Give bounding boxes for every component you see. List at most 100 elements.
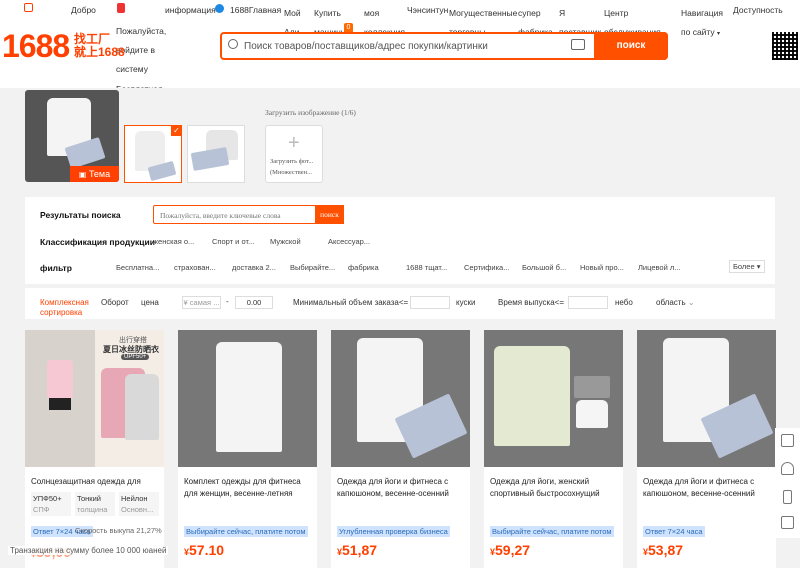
buyback-rate: Скорость выкупа 21,27% xyxy=(75,526,162,535)
filter-item[interactable]: Лицевой л... xyxy=(638,263,680,272)
filter-item[interactable]: доставка 2... xyxy=(232,263,276,272)
nav-coll-l1: моя xyxy=(364,8,380,18)
main-search-input[interactable] xyxy=(244,37,574,55)
product-image xyxy=(637,330,776,467)
upload-label-2: (Множествен... xyxy=(270,169,312,176)
nav-info[interactable]: информация xyxy=(165,4,216,16)
price-value: 59,27 xyxy=(495,542,531,558)
sort-turnover[interactable]: Оборот xyxy=(101,298,129,307)
product-image xyxy=(484,330,623,467)
upload-image-button[interactable]: + Загрузить фот... (Множествен... xyxy=(265,125,323,183)
camera-icon[interactable] xyxy=(571,39,585,50)
nav-powerful-l1: Могущественные xyxy=(449,8,518,18)
sort-comprehensive[interactable]: Комплексная сортировка xyxy=(40,298,89,318)
logo-1688[interactable]: 1688 xyxy=(2,30,70,62)
qr-code-icon[interactable] xyxy=(772,32,798,60)
product-image xyxy=(178,330,317,467)
globe-icon xyxy=(215,4,224,13)
product-card[interactable]: Комплект одежды для фитнеса для женщин, … xyxy=(178,330,317,568)
product-image xyxy=(331,330,470,467)
filter-item[interactable]: Большой б... xyxy=(522,263,566,272)
more-filters-button[interactable]: Более ▾ xyxy=(729,260,765,273)
filter-item[interactable]: Сертифика... xyxy=(464,263,509,272)
nav-super-l1: супер xyxy=(518,8,541,18)
top-header: Добро Пожалуйста, войдите в систему Бесп… xyxy=(0,0,800,94)
release-unit: небо xyxy=(615,298,633,307)
results-search-button[interactable]: поиск xyxy=(315,205,344,224)
release-input[interactable] xyxy=(568,296,608,309)
image-thumb-2[interactable] xyxy=(187,125,245,183)
product-title[interactable]: Комплект одежды для фитнеса для женщин, … xyxy=(184,476,312,500)
main-search-button[interactable]: поиск xyxy=(594,32,668,60)
nav-welcome-l3: систему xyxy=(116,64,148,74)
image-search-strip xyxy=(0,88,800,196)
product-price: ¥59,27 xyxy=(490,542,530,558)
verification-tag: Углубленная проверка бизнеса xyxy=(337,526,450,537)
price-range-dash: - xyxy=(226,297,229,306)
top-shape xyxy=(576,400,608,428)
nav-home[interactable]: 1688Главная xyxy=(230,4,281,16)
headset-icon[interactable] xyxy=(781,462,794,475)
filter-item[interactable]: страхован... xyxy=(174,263,216,272)
logo-slogan-l2: 就上1688 xyxy=(74,45,125,59)
attr-material-value: Нейлон xyxy=(121,494,148,503)
region-select[interactable]: область ⌄ xyxy=(656,298,695,307)
results-search-input[interactable] xyxy=(160,209,310,221)
response-tag: Ответ 7×24 часа xyxy=(643,526,705,537)
filter-item[interactable]: Новый про... xyxy=(580,263,624,272)
product-price: ¥53,87 xyxy=(643,542,683,558)
nav-accessibility[interactable]: Доступность xyxy=(733,4,783,16)
product-title[interactable]: Одежда для йоги, женский спортивный быст… xyxy=(490,476,618,500)
price-value: 53,87 xyxy=(648,542,684,558)
nav-ya: Я xyxy=(559,8,566,18)
puzzle-icon[interactable] xyxy=(781,434,794,447)
phone-icon[interactable] xyxy=(783,490,792,504)
upload-label-1: Загрузить фот... xyxy=(270,158,314,165)
logo-slogan-l1: 找工厂 xyxy=(74,32,111,46)
attr-material-key: Основн... xyxy=(121,505,154,514)
filter-item[interactable]: 1688 тщат... xyxy=(406,263,447,272)
moq-input[interactable] xyxy=(410,296,450,309)
filter-item[interactable]: фабрика xyxy=(348,263,379,272)
category-accessories[interactable]: Аксессуар... xyxy=(328,237,370,246)
filter-item[interactable]: Бесплатна... xyxy=(116,263,159,272)
jacket-shape xyxy=(494,346,570,446)
product-title[interactable]: Одежда для йоги и фитнеса с капюшоном, в… xyxy=(337,476,465,500)
sort-price[interactable]: цена xyxy=(141,298,159,307)
main-search-box: поиск xyxy=(220,32,668,60)
sort-comprehensive-l1: Комплексная xyxy=(40,298,89,307)
results-label: Результаты поиска xyxy=(40,210,121,220)
product-card[interactable]: 出行穿搭 夏日冰丝防晒衣 UPF50+ Солнцезащитная одежд… xyxy=(25,330,164,568)
price-max-input[interactable]: 0.00 xyxy=(235,296,273,309)
nav-sitenav-l1: Навигация xyxy=(681,8,723,18)
category-sport[interactable]: Спорт и от... xyxy=(212,237,254,246)
pants-shape xyxy=(190,147,230,171)
price-min-input[interactable]: ¥ самая ... xyxy=(182,296,221,309)
plus-icon: + xyxy=(288,132,300,154)
product-card[interactable]: Одежда для йоги и фитнеса с капюшоном, в… xyxy=(637,330,776,568)
moq-label: Минимальный объем заказа<= xyxy=(293,298,409,307)
product-card[interactable]: Одежда для йоги и фитнеса с капюшоном, в… xyxy=(331,330,470,568)
promo-tag: Выбирайте сейчас, платите потом xyxy=(490,526,614,537)
product-title[interactable]: Одежда для йоги и фитнеса с капюшоном, в… xyxy=(643,476,771,500)
theme-label: Тема xyxy=(88,169,111,179)
theme-button[interactable]: ▣ Тема xyxy=(70,166,119,182)
nav-center-l1: Центр xyxy=(604,8,629,18)
sort-comprehensive-l2: сортировка xyxy=(40,308,83,317)
category-men[interactable]: Мужской xyxy=(270,237,301,246)
red-badge-icon xyxy=(117,3,125,13)
chevron-down-icon: ⌄ xyxy=(687,298,695,307)
nav-chengxintong[interactable]: Чэнсинтун xyxy=(407,4,448,16)
product-card[interactable]: Одежда для йоги, женский спортивный быст… xyxy=(484,330,623,568)
nav-site-navigation[interactable]: Навигация по сайту ▾ xyxy=(681,4,723,44)
image-thumb-1[interactable]: ✓ xyxy=(124,125,182,183)
filter-item[interactable]: Выбирайте... xyxy=(290,263,335,272)
feedback-icon[interactable] xyxy=(781,516,794,529)
attr-thickness: Тонкий толщина xyxy=(75,492,115,516)
product-title[interactable]: Солнцезащитная одежда для xyxy=(31,476,159,488)
category-women[interactable]: женская о... xyxy=(153,237,194,246)
nav-dobro[interactable]: Добро xyxy=(71,4,96,16)
home-icon[interactable] xyxy=(24,3,33,12)
attr-upf-value: УПФ50+ xyxy=(33,494,62,503)
side-toolbar xyxy=(775,428,800,538)
